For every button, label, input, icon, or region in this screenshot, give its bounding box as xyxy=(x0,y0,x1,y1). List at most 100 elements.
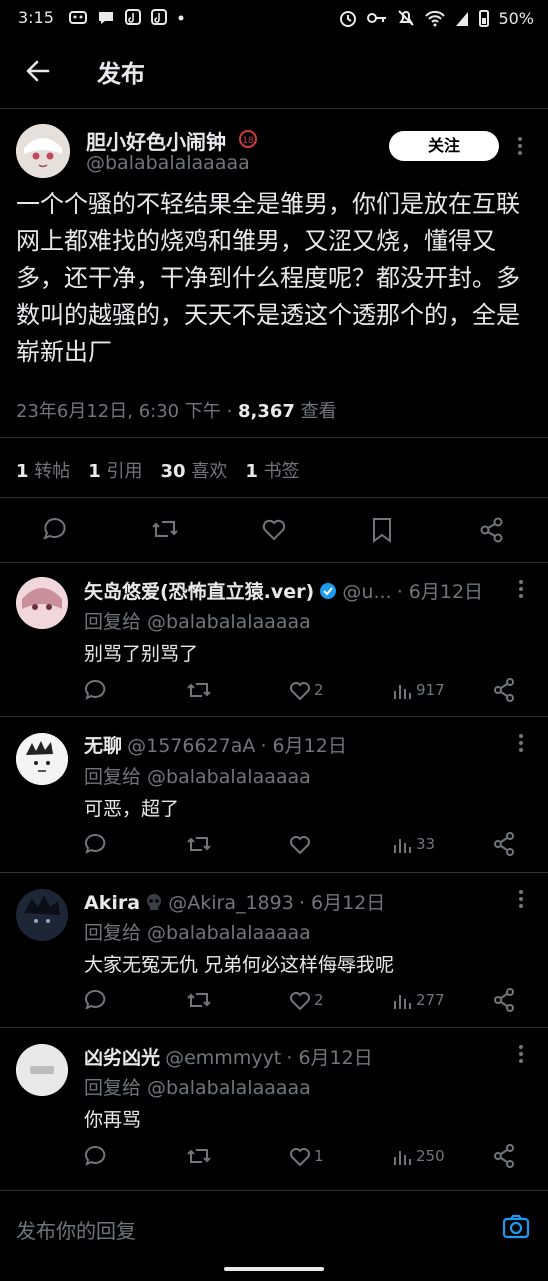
reply-icon[interactable] xyxy=(84,988,108,1012)
reply-avatar[interactable] xyxy=(16,577,68,629)
reply-author-name[interactable]: 无聊 xyxy=(84,735,122,757)
reply-more-options-icon[interactable] xyxy=(516,579,526,599)
repost-icon[interactable] xyxy=(186,1144,212,1168)
reply-icon[interactable] xyxy=(42,516,68,542)
views-label: 查看 xyxy=(294,401,337,422)
reply-author-name[interactable]: 矢岛悠爱(恐怖直立猿.ver) xyxy=(84,581,314,603)
reply-item[interactable]: 矢岛悠爱(恐怖直立猿.ver) @u... · 6月12日 回复给 @balab… xyxy=(0,563,548,715)
reply-author-name[interactable]: 凶劣凶光 xyxy=(84,1047,160,1069)
reply-header: Akira @Akira_1893 · 6月12日 xyxy=(84,888,504,915)
reply-to-line: 回复给 @balabalalaaaaa xyxy=(84,766,311,788)
system-icons: 50% xyxy=(338,8,534,28)
views-count: 250 xyxy=(416,1147,445,1165)
reply-avatar[interactable] xyxy=(16,1044,68,1096)
reply-author-handle[interactable]: @emmmyyt xyxy=(165,1047,281,1069)
tweet-text: 一个个骚的不轻结果全是雏男，你们是放在互联网上都难找的烧鸡和雏男，又涩又烧，懂得… xyxy=(16,190,520,366)
like-heart-icon[interactable] xyxy=(288,832,312,856)
stat-likes[interactable]: 30 喜欢 xyxy=(161,457,228,483)
reply-date: · 6月12日 xyxy=(298,892,386,914)
reply-avatar[interactable] xyxy=(16,733,68,785)
more-options-icon[interactable] xyxy=(515,135,525,157)
reply-author-handle[interactable]: @u... xyxy=(342,581,391,603)
tiktok-notification-icon xyxy=(125,9,141,25)
reply-action-bar: 2 917 xyxy=(84,677,524,703)
top-bar: 发布 xyxy=(0,36,548,109)
reply-action-bar: 1 250 xyxy=(84,1143,524,1169)
signal-icon xyxy=(456,12,469,26)
reply-author-handle[interactable]: @1576627aA xyxy=(127,735,255,757)
author-name[interactable]: 胆小好色小闹钟 xyxy=(86,126,226,155)
status-time: 3:15 xyxy=(18,8,54,27)
tweet-meta: 23年6月12日, 6:30 下午 · 8,367 查看 xyxy=(16,397,337,423)
tweet-stats: 1 转帖 1 引用 30 喜欢 1 书签 xyxy=(16,457,300,483)
repost-icon[interactable] xyxy=(186,678,212,702)
share-icon[interactable] xyxy=(492,987,516,1013)
reply-action-bar: 2 277 xyxy=(84,987,524,1013)
reply-to-line: 回复给 @balabalalaaaaa xyxy=(84,611,311,633)
camera-icon[interactable] xyxy=(502,1213,530,1239)
reply-item[interactable]: Akira @Akira_1893 · 6月12日 回复给 @balabalal… xyxy=(0,873,548,1026)
like-heart-icon[interactable] xyxy=(288,678,312,702)
reply-author-handle[interactable]: @Akira_1893 xyxy=(168,892,294,914)
reply-author-name[interactable]: Akira xyxy=(84,892,140,914)
reply-icon[interactable] xyxy=(84,832,108,856)
mute-icon xyxy=(398,10,415,26)
stat-reposts[interactable]: 1 转帖 xyxy=(16,457,70,483)
share-icon[interactable] xyxy=(492,1143,516,1169)
share-icon[interactable] xyxy=(478,516,506,544)
views-chart-icon[interactable] xyxy=(392,833,412,855)
sketch-face-avatar-image xyxy=(16,733,68,785)
battery-icon xyxy=(479,10,490,27)
repost-icon[interactable] xyxy=(186,988,212,1012)
reply-to-line: 回复给 @balabalalaaaaa xyxy=(84,1077,311,1099)
reply-icon[interactable] xyxy=(84,1144,108,1168)
prohibited-badge-icon: 18 xyxy=(239,130,257,148)
author-handle[interactable]: @balabalalaaaaa xyxy=(86,152,250,174)
views-chart-icon[interactable] xyxy=(392,989,412,1011)
reply-icon[interactable] xyxy=(84,678,108,702)
back-arrow-icon[interactable] xyxy=(24,58,50,84)
like-heart-icon[interactable] xyxy=(288,1144,312,1168)
reply-header: 矢岛悠爱(恐怖直立猿.ver) @u... · 6月12日 xyxy=(84,577,504,604)
reply-header: 无聊 @1576627aA · 6月12日 xyxy=(84,731,504,758)
notification-icons xyxy=(68,8,186,26)
reply-item[interactable]: 凶劣凶光 @emmmyyt · 6月12日 回复给 @balabalalaaaa… xyxy=(0,1028,548,1183)
tweet-action-bar xyxy=(0,510,548,550)
battery-percent: 50% xyxy=(498,8,534,28)
views-count: 33 xyxy=(416,835,436,853)
reply-avatar[interactable] xyxy=(16,889,68,941)
views-chart-icon[interactable] xyxy=(392,679,412,701)
reply-more-options-icon[interactable] xyxy=(516,733,526,753)
dark-anime-avatar-image xyxy=(16,889,68,941)
views-count: 277 xyxy=(416,991,445,1009)
repost-icon[interactable] xyxy=(151,516,179,542)
reply-date: · 6月12日 xyxy=(396,581,484,603)
bookmark-icon[interactable] xyxy=(370,516,394,544)
like-heart-icon[interactable] xyxy=(288,988,312,1012)
anime-avatar-image xyxy=(16,124,70,178)
page-title: 发布 xyxy=(97,60,145,88)
share-icon[interactable] xyxy=(492,677,516,703)
repost-icon[interactable] xyxy=(186,832,212,856)
reply-item[interactable]: 无聊 @1576627aA · 6月12日 回复给 @balabalalaaaa… xyxy=(0,717,548,872)
tweet-timestamp: 23年6月12日, 6:30 下午 · xyxy=(16,401,239,422)
reply-more-options-icon[interactable] xyxy=(516,1044,526,1064)
svg-text:18: 18 xyxy=(242,136,254,146)
reply-more-options-icon[interactable] xyxy=(516,889,526,909)
reply-text: 可恶，超了 xyxy=(84,798,180,820)
follow-button[interactable]: 关注 xyxy=(389,131,499,161)
divider xyxy=(0,497,548,498)
wifi-icon xyxy=(425,10,446,27)
home-indicator xyxy=(224,1267,324,1271)
grey-avatar-image xyxy=(16,1044,68,1096)
tiktok-notification-icon xyxy=(151,9,167,25)
stat-quotes[interactable]: 1 引用 xyxy=(88,457,142,483)
stat-bookmarks[interactable]: 1 书签 xyxy=(245,457,299,483)
reply-input[interactable]: 发布你的回复 xyxy=(16,1215,136,1244)
reply-to-line: 回复给 @balabalalaaaaa xyxy=(84,922,311,944)
like-heart-icon[interactable] xyxy=(260,516,288,542)
views-chart-icon[interactable] xyxy=(392,1145,412,1167)
share-icon[interactable] xyxy=(492,831,516,857)
author-avatar[interactable] xyxy=(16,124,70,178)
reply-header: 凶劣凶光 @emmmyyt · 6月12日 xyxy=(84,1043,504,1070)
